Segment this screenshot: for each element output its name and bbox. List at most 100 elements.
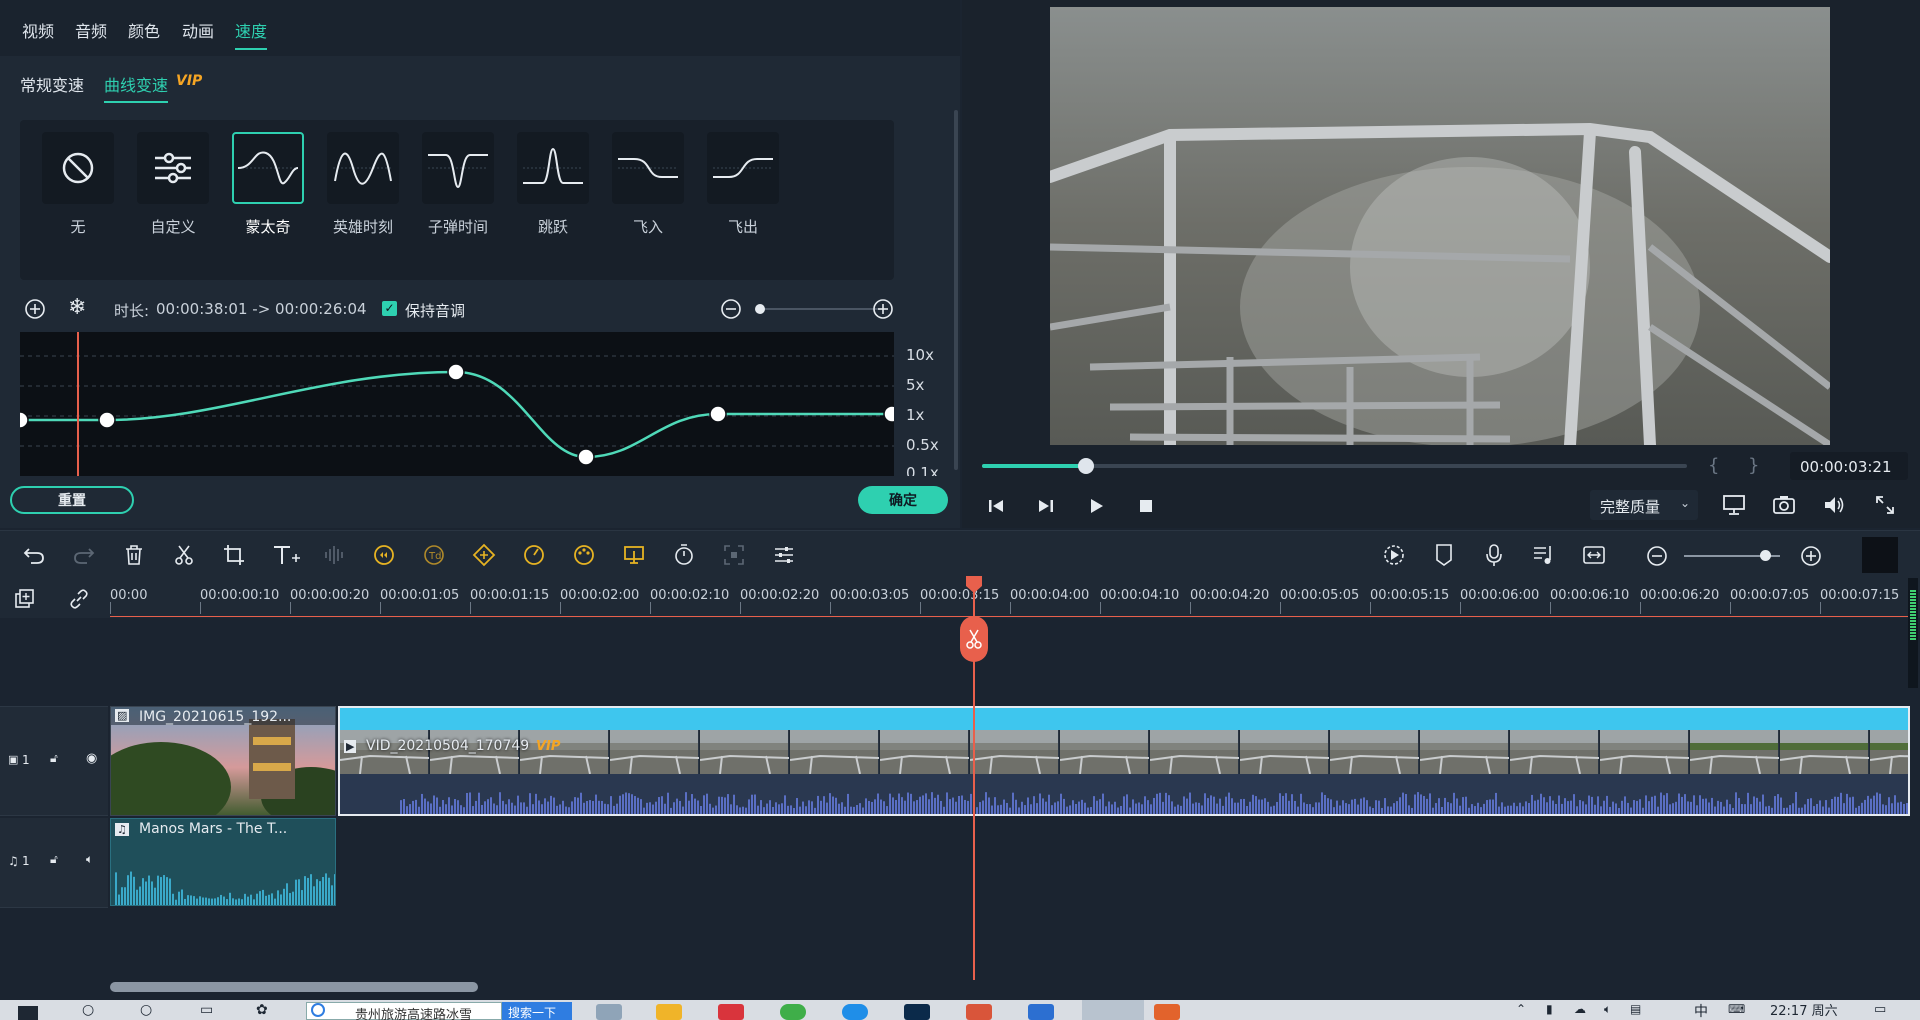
tray-cloud-icon[interactable]: ☁	[1574, 1002, 1586, 1016]
snapshot-icon[interactable]	[1772, 494, 1796, 516]
speed-curve[interactable]	[20, 332, 894, 476]
zoom-out-icon[interactable]	[720, 298, 742, 320]
speed-icon[interactable]	[370, 541, 398, 569]
tab-audio[interactable]: 音频	[75, 18, 107, 42]
mark-in-button[interactable]: {	[1708, 455, 1719, 476]
next-frame-icon[interactable]	[1036, 496, 1056, 516]
render-icon[interactable]	[1380, 541, 1408, 569]
pen-app-icon[interactable]	[596, 1004, 622, 1020]
wechat-icon[interactable]	[780, 1004, 806, 1020]
audio-clip[interactable]: ♫ Manos Mars - The T...	[110, 818, 336, 906]
music-icon[interactable]	[1530, 541, 1558, 569]
preset-bullet-time[interactable]: 子弹时间	[420, 132, 496, 237]
marker-icon[interactable]	[1430, 541, 1458, 569]
delete-icon[interactable]	[120, 541, 148, 569]
powerpoint-icon[interactable]	[966, 1004, 992, 1020]
wps-icon[interactable]	[1154, 1004, 1180, 1020]
tab-speed[interactable]: 速度	[235, 18, 268, 50]
preset-fly-in[interactable]: 飞入	[610, 132, 686, 237]
add-point-icon[interactable]	[24, 298, 46, 320]
lock-icon[interactable]: 🔓︎	[50, 751, 58, 766]
curve-point[interactable]	[20, 411, 29, 429]
video-clip[interactable]: ▶ VID_20210504_170749 VIP	[338, 706, 1910, 816]
taskbar-search-box[interactable]: 贵州旅游高速路冰雪	[306, 1002, 502, 1020]
display-icon[interactable]	[1722, 494, 1746, 516]
duration-icon[interactable]	[670, 541, 698, 569]
speaker-icon[interactable]: 🔈︎	[86, 852, 93, 867]
task-view-icon[interactable]: ▭	[200, 1002, 213, 1018]
preset-fly-out[interactable]: 飞出	[705, 132, 781, 237]
speed-ramp-icon[interactable]	[520, 541, 548, 569]
fit-icon[interactable]	[720, 541, 748, 569]
volume-icon[interactable]	[1822, 494, 1846, 516]
split-scissor-button[interactable]	[960, 616, 988, 662]
layout-toggle[interactable]	[1862, 537, 1898, 573]
crop-icon[interactable]	[220, 541, 248, 569]
playhead-handle[interactable]	[964, 576, 984, 594]
color-icon[interactable]	[570, 541, 598, 569]
tray-up-icon[interactable]: ⌃	[1516, 1002, 1526, 1016]
timeline-zoom-thumb[interactable]	[1760, 550, 1771, 561]
preset-jump[interactable]: 跳跃	[515, 132, 591, 237]
app-icon[interactable]: ✿	[256, 1002, 268, 1018]
prev-frame-icon[interactable]	[986, 496, 1006, 516]
timeline-zoom-out-icon[interactable]	[1646, 545, 1668, 567]
subtab-uniform-speed[interactable]: 常规变速	[20, 72, 84, 96]
redo-icon[interactable]	[70, 541, 98, 569]
filmora-taskbar-button[interactable]	[1082, 1000, 1144, 1020]
link-icon[interactable]	[68, 588, 90, 610]
curve-point[interactable]	[98, 411, 116, 429]
text-icon[interactable]	[270, 541, 304, 569]
preset-montage[interactable]: 蒙太奇	[230, 132, 306, 237]
tray-volume-icon[interactable]: 🔈︎	[1604, 1002, 1611, 1017]
timeline-zoom-in-icon[interactable]	[1800, 545, 1822, 567]
ok-button[interactable]: 确定	[858, 486, 948, 514]
speed-curve-editor[interactable]	[20, 332, 894, 476]
curve-point[interactable]	[883, 405, 894, 423]
text-to-speech-icon[interactable]: Td	[420, 541, 448, 569]
subtab-speed-ramping[interactable]: 曲线变速	[104, 72, 169, 103]
mic-icon[interactable]	[1480, 541, 1508, 569]
zoom-in-icon[interactable]	[872, 298, 894, 320]
autocad-icon[interactable]	[718, 1004, 744, 1020]
tab-color[interactable]: 颜色	[128, 18, 160, 42]
audio-split-icon[interactable]	[320, 541, 348, 569]
curve-point[interactable]	[709, 405, 727, 423]
curve-zoom-slider[interactable]	[756, 308, 878, 310]
lock-icon[interactable]: 🔓︎	[50, 852, 58, 867]
preset-hero-moment[interactable]: 英雄时刻	[325, 132, 401, 237]
sparrow-app-icon[interactable]	[1028, 1004, 1054, 1020]
quality-dropdown[interactable]: 完整质量 ⌄	[1590, 490, 1698, 520]
settings-icon[interactable]	[770, 541, 798, 569]
stabilize-icon[interactable]	[620, 541, 648, 569]
preset-custom[interactable]: 自定义	[135, 132, 211, 237]
cut-icon[interactable]	[170, 541, 198, 569]
taskbar-search-button[interactable]: 搜索一下	[502, 1002, 572, 1020]
curve-point[interactable]	[447, 363, 465, 381]
notification-icon[interactable]: ▭	[1874, 1002, 1886, 1017]
curve-point[interactable]	[577, 448, 595, 466]
cortana-icon[interactable]: ○	[140, 1002, 152, 1018]
tab-video[interactable]: 视频	[22, 18, 54, 42]
snap-icon[interactable]	[1580, 541, 1608, 569]
keyframe-icon[interactable]	[470, 541, 498, 569]
timeline-scrollbar[interactable]	[110, 982, 478, 992]
play-icon[interactable]	[1086, 496, 1106, 516]
freeze-frame-icon[interactable]: ❄	[68, 295, 86, 320]
tab-animation[interactable]: 动画	[182, 18, 214, 42]
start-icon[interactable]	[18, 1006, 38, 1020]
edge-icon[interactable]	[842, 1004, 868, 1020]
reset-button[interactable]: 重置	[10, 486, 134, 514]
image-clip[interactable]: ▨ IMG_20210615_192...	[110, 706, 336, 816]
folder-icon[interactable]	[656, 1004, 682, 1020]
eye-icon[interactable]: ◉	[86, 751, 97, 766]
keyboard-icon[interactable]: ⌨	[1728, 1002, 1745, 1016]
keep-pitch-checkbox[interactable]: ✓	[382, 301, 397, 316]
preset-none[interactable]: 无	[40, 132, 116, 237]
tray-network-icon[interactable]: ▤	[1630, 1002, 1641, 1016]
timeline-ruler[interactable]: 00:00 00:00:00:10 00:00:00:20 00:00:01:05 00…	[0, 578, 1920, 618]
stop-icon[interactable]	[1136, 496, 1156, 516]
add-track-icon[interactable]	[14, 588, 36, 610]
fullscreen-icon[interactable]	[1874, 494, 1896, 516]
panel-scrollbar[interactable]	[954, 110, 958, 470]
